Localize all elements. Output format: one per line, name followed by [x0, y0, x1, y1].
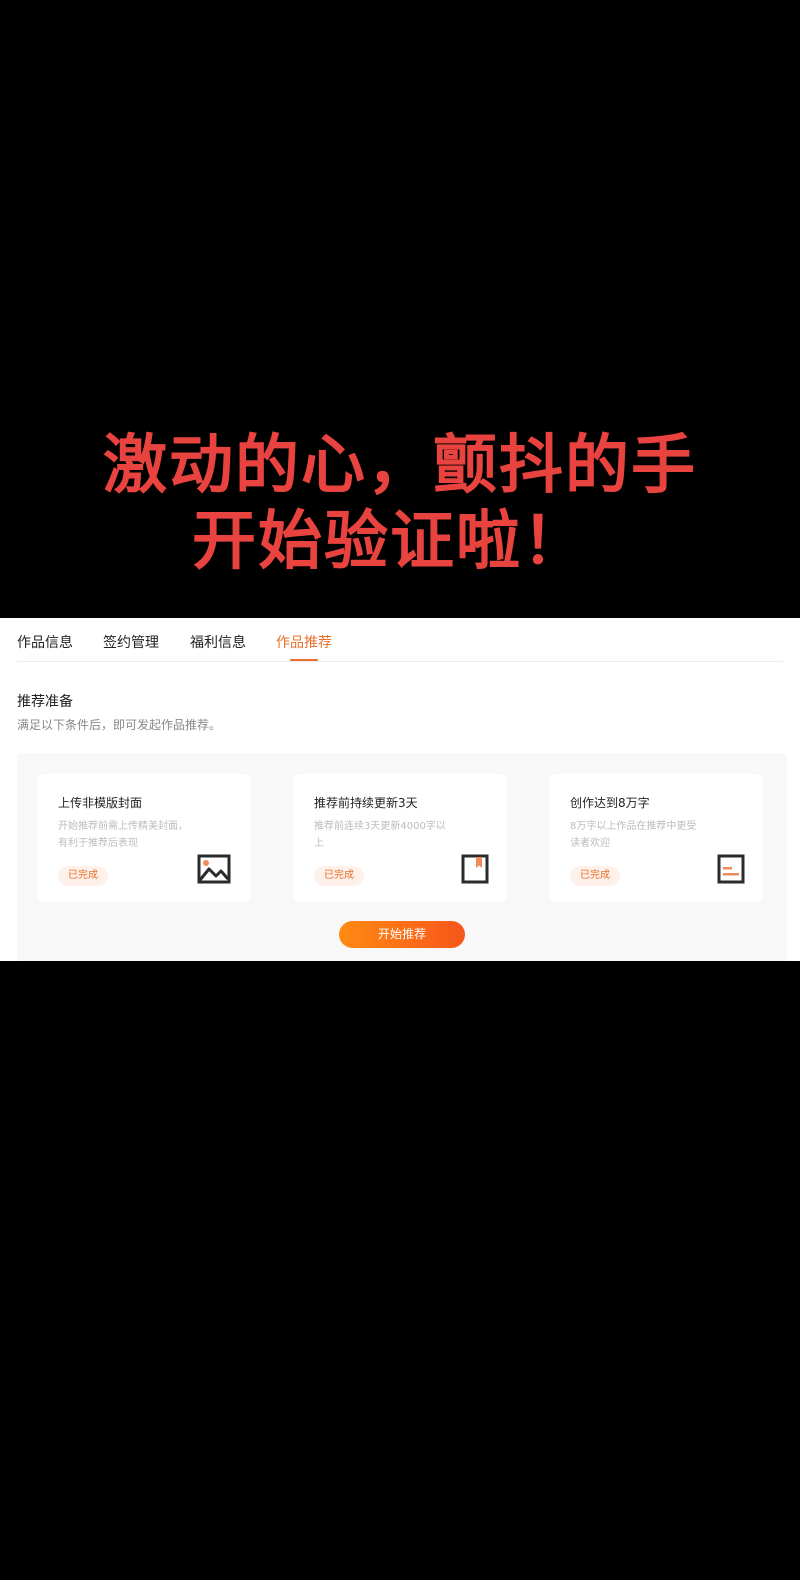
image-icon — [197, 854, 231, 884]
condition-card-cover: 上传非模版封面 开始推荐前需上传精美封面，有利于推荐后表现 已完成 — [38, 774, 250, 902]
condition-title: 上传非模版封面 — [58, 796, 143, 810]
caption-line-1: 激动的心，颤抖的手 — [103, 429, 697, 503]
tabs-divider — [17, 661, 783, 662]
section-subtitle: 满足以下条件后，即可发起作品推荐。 — [17, 718, 222, 732]
video-bottom-band — [0, 961, 800, 1580]
tab-work-info[interactable]: 作品信息 — [17, 632, 73, 652]
tab-bar: 作品信息 签约管理 福利信息 作品推荐 — [0, 618, 800, 662]
condition-card-update: 推荐前持续更新3天 推荐前连续3天更新4000字以上 已完成 — [294, 774, 506, 902]
work-recommend-panel: 作品信息 签约管理 福利信息 作品推荐 推荐准备 满足以下条件后，即可发起作品推… — [0, 618, 800, 961]
condition-card-wordcount: 创作达到8万字 8万字以上作品在推荐中更受读者欢迎 已完成 — [550, 774, 762, 902]
conditions-area: 上传非模版封面 开始推荐前需上传精美封面，有利于推荐后表现 已完成 推荐前持续更… — [17, 753, 787, 961]
tab-contract-management[interactable]: 签约管理 — [103, 632, 159, 652]
tab-work-recommend[interactable]: 作品推荐 — [276, 632, 332, 652]
start-recommend-button[interactable]: 开始推荐 — [339, 921, 465, 948]
section-title: 推荐准备 — [17, 694, 73, 710]
condition-desc: 8万字以上作品在推荐中更受读者欢迎 — [570, 821, 697, 849]
status-badge: 已完成 — [314, 866, 364, 886]
status-badge: 已完成 — [570, 866, 620, 886]
condition-desc: 推荐前连续3天更新4000字以上 — [314, 821, 446, 849]
condition-title: 推荐前持续更新3天 — [314, 796, 418, 810]
caption-line-2: 开始验证啦！ — [192, 505, 588, 579]
text-document-icon — [717, 854, 745, 884]
video-top-band: 激动的心，颤抖的手 开始验证啦！ — [0, 0, 800, 618]
bookmark-book-icon — [461, 854, 489, 884]
status-badge: 已完成 — [58, 866, 108, 886]
condition-title: 创作达到8万字 — [570, 796, 650, 810]
condition-desc: 开始推荐前需上传精美封面，有利于推荐后表现 — [58, 821, 188, 849]
tab-welfare-info[interactable]: 福利信息 — [190, 632, 246, 652]
